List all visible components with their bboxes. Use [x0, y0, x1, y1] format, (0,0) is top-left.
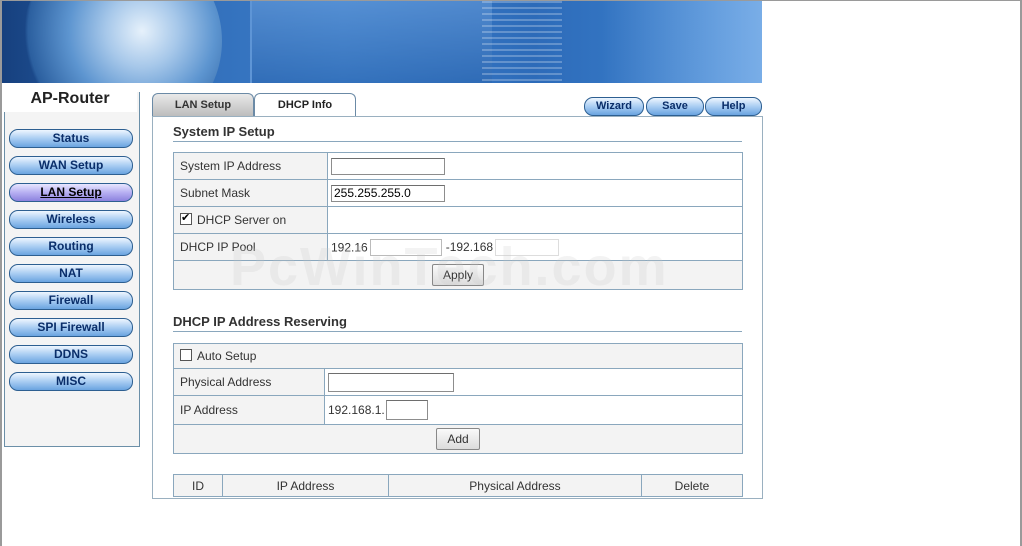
pool-start-input[interactable]	[369, 238, 442, 256]
pool-start-prefix: 192.16	[331, 240, 368, 254]
auto-setup-label: Auto Setup	[197, 349, 257, 363]
dhcp-pool-cell: 192.16 -192.168	[327, 233, 743, 261]
sidebar-item-lan-setup[interactable]: LAN Setup	[9, 183, 133, 202]
wizard-button[interactable]: Wizard	[584, 97, 644, 116]
apply-button[interactable]: Apply	[431, 264, 485, 286]
ip-address-cell: 192.168.1.	[324, 395, 743, 425]
sidebar-item-status[interactable]: Status	[9, 129, 133, 148]
ip-last-octet-input[interactable]	[385, 400, 428, 420]
brand-title: AP-Router	[3, 87, 137, 112]
system-ip-input[interactable]	[331, 157, 445, 175]
subnet-mask-cell	[327, 179, 743, 207]
physical-address-input[interactable]	[328, 372, 454, 392]
auto-setup-cell: Auto Setup	[173, 343, 743, 369]
sidebar-item-routing[interactable]: Routing	[9, 237, 133, 256]
sidebar-item-firewall[interactable]: Firewall	[9, 291, 133, 310]
physical-address-cell	[324, 368, 743, 396]
sidebar-item-spi-firewall[interactable]: SPI Firewall	[9, 318, 133, 337]
header-banner	[2, 1, 762, 83]
sidebar: AP-Router Status WAN Setup LAN Setup Wir…	[3, 87, 140, 447]
system-ip-label: System IP Address	[173, 152, 328, 180]
empty-cell	[327, 206, 743, 234]
column-header-id: ID	[173, 474, 223, 497]
tab-lan-setup[interactable]: LAN Setup	[152, 93, 254, 116]
banner-highlight	[602, 1, 762, 83]
add-button[interactable]: Add	[436, 428, 480, 450]
sidebar-item-wan-setup[interactable]: WAN Setup	[9, 156, 133, 175]
sidebar-item-misc[interactable]: MISC	[9, 372, 133, 391]
ip-address-label: IP Address	[173, 395, 325, 425]
pool-end-prefix: -192.168	[445, 240, 494, 254]
section-divider	[173, 331, 742, 332]
globe-graphic	[22, 1, 222, 83]
reserved-list-table: ID IP Address Physical Address Delete	[173, 474, 743, 497]
physical-address-label: Physical Address	[173, 368, 325, 396]
banner-stripes	[482, 1, 562, 83]
sidebar-item-nat[interactable]: NAT	[9, 264, 133, 283]
system-ip-cell	[327, 152, 743, 180]
section-divider	[173, 141, 742, 142]
sidebar-menu: Status WAN Setup LAN Setup Wireless Rout…	[9, 129, 133, 399]
ip-prefix: 192.168.1.	[328, 403, 385, 417]
pool-end-input[interactable]	[495, 238, 560, 256]
apply-row: Apply	[173, 260, 743, 290]
sidebar-item-ddns[interactable]: DDNS	[9, 345, 133, 364]
section-title-reserving: DHCP IP Address Reserving	[173, 314, 347, 329]
section-title-system-ip: System IP Setup	[173, 124, 275, 139]
system-ip-table: System IP Address Subnet Mask DHCP Serve…	[173, 152, 743, 290]
dhcp-pool-label: DHCP IP Pool	[173, 233, 328, 261]
subnet-mask-label: Subnet Mask	[173, 179, 328, 207]
column-header-delete: Delete	[641, 474, 743, 497]
reserving-table: Auto Setup Physical Address IP Address 1…	[173, 343, 743, 454]
save-button[interactable]: Save	[646, 97, 704, 116]
dhcp-server-cell: DHCP Server on	[173, 206, 328, 234]
banner-panel	[250, 1, 492, 83]
main-panel: System IP Setup System IP Address Subnet…	[152, 116, 763, 499]
table-header-row: ID IP Address Physical Address Delete	[173, 474, 743, 497]
subnet-mask-input[interactable]	[331, 184, 445, 202]
browser-viewport: AP-Router Status WAN Setup LAN Setup Wir…	[0, 0, 1022, 546]
tab-dhcp-info[interactable]: DHCP Info	[254, 93, 356, 118]
dhcp-server-label: DHCP Server on	[197, 213, 287, 227]
column-header-ip: IP Address	[222, 474, 389, 497]
auto-setup-checkbox[interactable]	[180, 349, 192, 361]
add-row: Add	[173, 424, 743, 454]
sidebar-item-wireless[interactable]: Wireless	[9, 210, 133, 229]
help-button[interactable]: Help	[705, 97, 762, 116]
dhcp-server-checkbox[interactable]	[180, 211, 192, 225]
column-header-physical: Physical Address	[388, 474, 642, 497]
